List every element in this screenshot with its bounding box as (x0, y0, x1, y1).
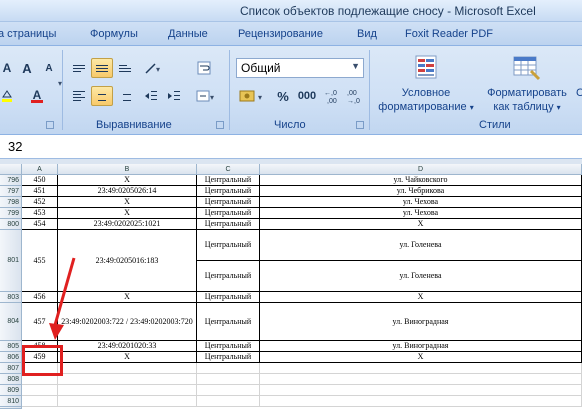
annotation-arrow (49, 257, 76, 340)
